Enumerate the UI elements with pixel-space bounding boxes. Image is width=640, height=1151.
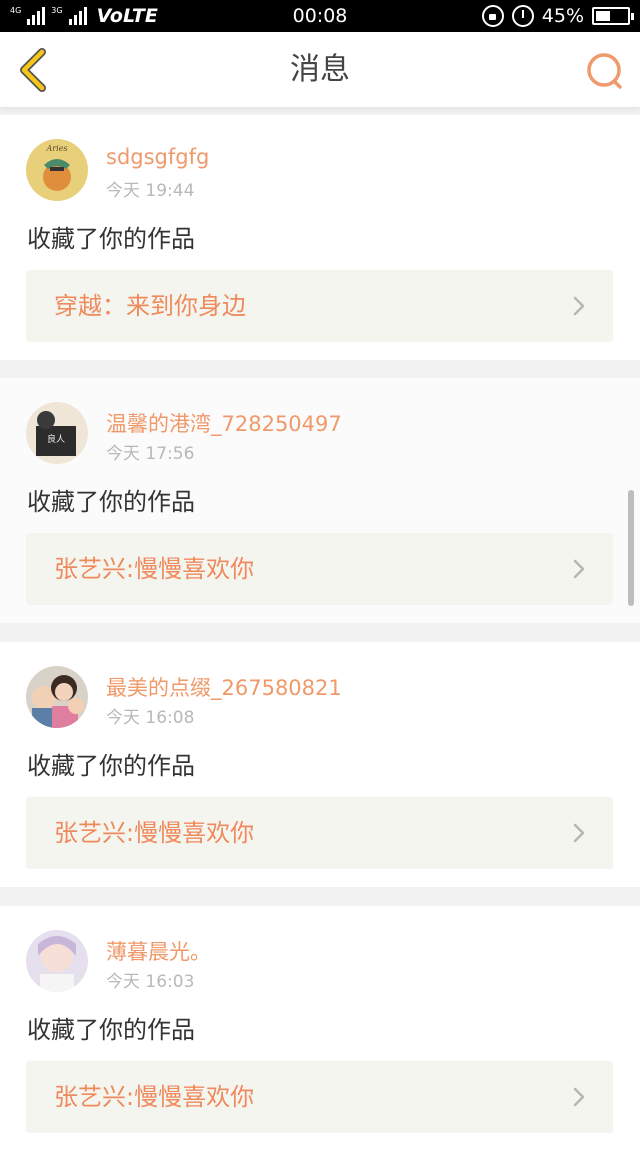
status-left: 4G 3G VoLTE <box>10 5 158 27</box>
work-title: 张艺兴:慢慢喜欢你 <box>54 1083 255 1111</box>
work-link[interactable]: 穿越：来到你身边 <box>26 270 613 342</box>
action-text: 收藏了你的作品 <box>27 752 195 780</box>
work-title: 张艺兴:慢慢喜欢你 <box>54 555 255 583</box>
action-text: 收藏了你的作品 <box>27 225 195 253</box>
action-text: 收藏了你的作品 <box>27 1016 195 1044</box>
username[interactable]: 薄暮晨光。 <box>106 936 211 966</box>
battery-icon <box>592 7 634 25</box>
battery-level <box>596 11 610 21</box>
rotation-lock-icon <box>481 5 504 27</box>
message-card: 薄暮晨光。 今天 16:03 收藏了你的作品 张艺兴:慢慢喜欢你 <box>0 906 640 1151</box>
message-card: Aries sdgsgfgfg 今天 19:44 收藏了你的作品 穿越：来到你身… <box>0 115 640 360</box>
search-icon <box>587 53 622 89</box>
avatar[interactable] <box>26 930 88 992</box>
work-link[interactable]: 张艺兴:慢慢喜欢你 <box>26 1061 613 1133</box>
status-right: 45% <box>481 5 634 27</box>
scrollbar[interactable] <box>628 490 634 606</box>
action-text: 收藏了你的作品 <box>27 488 195 516</box>
avatar[interactable]: Aries <box>26 139 88 201</box>
username[interactable]: 温馨的港湾_728250497 <box>106 408 342 438</box>
svg-text:Aries: Aries <box>46 144 68 153</box>
page-title: 消息 <box>290 52 350 87</box>
message-card: 最美的点缀_267580821 今天 16:08 收藏了你的作品 张艺兴:慢慢喜… <box>0 642 640 887</box>
chevron-right-icon <box>573 1087 585 1107</box>
work-title: 穿越：来到你身边 <box>54 292 246 320</box>
avatar[interactable]: 良人 <box>26 402 88 464</box>
chevron-right-icon <box>573 296 585 316</box>
signal-icon-2 <box>68 7 87 25</box>
timestamp: 今天 17:56 <box>106 444 195 464</box>
work-link[interactable]: 张艺兴:慢慢喜欢你 <box>26 533 613 605</box>
top-navigation-bar: 消息 <box>0 32 640 108</box>
carrier-label: VoLTE <box>96 5 158 27</box>
timestamp: 今天 16:08 <box>106 708 195 728</box>
work-title: 张艺兴:慢慢喜欢你 <box>54 819 255 847</box>
network-type-label-2: 3G <box>51 6 63 15</box>
signal-icon <box>27 7 46 25</box>
search-button[interactable] <box>580 48 628 96</box>
alarm-icon <box>511 5 534 27</box>
svg-text:良人: 良人 <box>47 433 65 445</box>
avatar[interactable] <box>26 666 88 728</box>
chevron-right-icon <box>573 559 585 579</box>
battery-percent: 45% <box>541 5 584 27</box>
username[interactable]: sdgsgfgfg <box>106 145 209 169</box>
status-bar: 4G 3G VoLTE 00:08 45% <box>0 0 640 32</box>
work-link[interactable]: 张艺兴:慢慢喜欢你 <box>26 797 613 869</box>
timestamp: 今天 19:44 <box>106 181 195 201</box>
message-card: 良人 温馨的港湾_728250497 今天 17:56 收藏了你的作品 张艺兴:… <box>0 378 640 623</box>
timestamp: 今天 16:03 <box>106 972 195 992</box>
username[interactable]: 最美的点缀_267580821 <box>106 672 342 702</box>
chevron-right-icon <box>573 823 585 843</box>
network-type-label: 4G <box>10 6 22 15</box>
